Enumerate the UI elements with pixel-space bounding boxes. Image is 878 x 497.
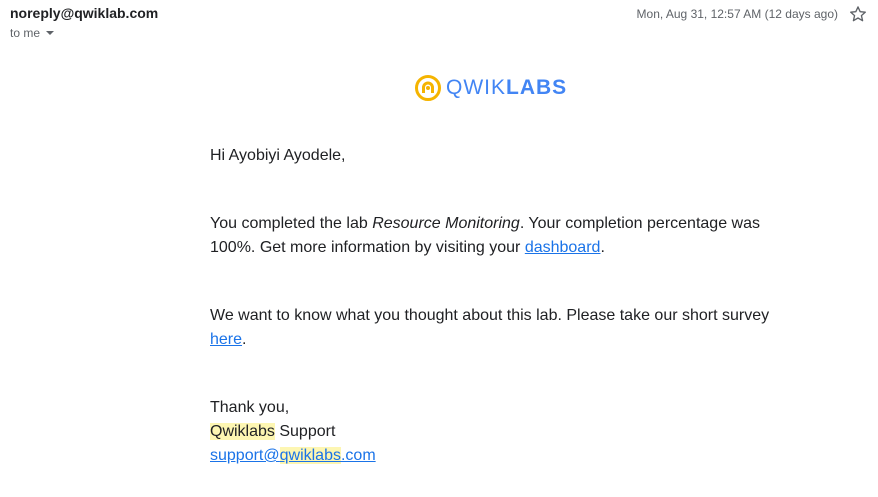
email-greeting: Hi Ayobiyi Ayodele, [210, 147, 346, 164]
qwiklabs-logo-icon [415, 75, 441, 101]
qwiklabs-logo: QWIKLABS [414, 74, 567, 102]
thanks-line: Thank you, [210, 399, 290, 416]
sender-email[interactable]: noreply@qwiklab.com [10, 5, 158, 21]
completion-paragraph: You completed the lab Resource Monitorin… [210, 212, 790, 260]
signature-brand: Qwiklabs [210, 423, 275, 440]
signature-block: Thank you, Qwiklabs Support support@qwik… [210, 396, 790, 468]
para2-text: We want to know what you thought about t… [210, 307, 770, 324]
para1-text: You completed the lab [210, 215, 373, 232]
star-icon[interactable] [848, 4, 868, 24]
recipient-details-toggle[interactable]: to me [10, 26, 55, 40]
logo-wordmark: QWIKLABS [446, 74, 567, 102]
para1-text-end: . [600, 239, 605, 256]
logo-text-labs: LABS [506, 76, 568, 99]
signature-line: Qwiklabs Support [210, 420, 790, 444]
dashboard-link[interactable]: dashboard [525, 239, 601, 256]
email-view: noreply@qwiklab.com to me Mon, Aug 31, 1… [0, 0, 878, 497]
support-email-brand: qwiklabs [279, 447, 341, 464]
lab-name: Resource Monitoring [372, 215, 520, 232]
email-date: Mon, Aug 31, 12:57 AM (12 days ago) [636, 7, 838, 21]
support-email-post: .com [340, 447, 376, 464]
survey-paragraph: We want to know what you thought about t… [210, 304, 790, 352]
survey-link[interactable]: here [210, 331, 242, 348]
support-email-pre: support@ [210, 447, 280, 464]
signature-rest: Support [274, 423, 336, 440]
chevron-down-icon[interactable] [46, 31, 55, 35]
logo-text-qwik: QWIK [446, 76, 506, 99]
para2-text-end: . [242, 331, 247, 348]
recipient-label: to me [10, 26, 41, 40]
support-email-link[interactable]: support@qwiklabs.com [210, 447, 376, 464]
support-email-line: support@qwiklabs.com [210, 444, 790, 468]
